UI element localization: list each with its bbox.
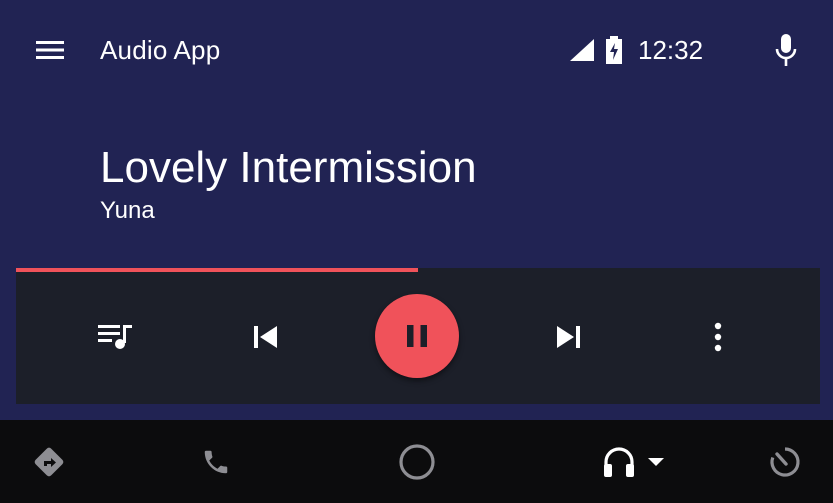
app-bar: Audio App 12:32	[0, 0, 833, 100]
mic-icon	[775, 34, 797, 66]
queue-music-icon	[98, 325, 132, 349]
queue-button[interactable]	[80, 270, 152, 404]
more-vert-icon	[714, 322, 722, 352]
clock: 12:32	[638, 34, 704, 65]
pause-icon	[407, 325, 427, 347]
headphones-icon	[604, 446, 634, 477]
phone-icon	[204, 450, 228, 473]
nav-phone-button[interactable]	[178, 420, 254, 503]
track-artist: Yuna	[100, 197, 155, 224]
home-circle-icon	[399, 443, 435, 480]
skip-previous-icon	[254, 326, 277, 348]
battery-charging-icon	[606, 36, 622, 64]
skip-next-icon	[557, 326, 580, 348]
status-bar: 12:32	[570, 30, 703, 70]
progress-bar[interactable]	[16, 268, 820, 272]
next-button[interactable]	[532, 270, 604, 404]
nav-navigation-button[interactable]	[11, 420, 87, 503]
pause-button[interactable]	[375, 294, 459, 378]
nav-home-button[interactable]	[379, 420, 455, 503]
menu-button[interactable]	[26, 26, 74, 74]
menu-icon	[36, 41, 64, 59]
system-nav-bar	[0, 420, 833, 503]
nav-media-button[interactable]	[593, 420, 673, 503]
exit-icon	[770, 446, 800, 477]
playback-controls	[16, 270, 820, 404]
overflow-menu-button[interactable]	[682, 270, 754, 404]
voice-button[interactable]	[766, 26, 806, 74]
previous-button[interactable]	[230, 270, 302, 404]
signal-icon	[570, 39, 594, 61]
nav-exit-button[interactable]	[747, 420, 823, 503]
app-title: Audio App	[100, 35, 221, 65]
progress-fill	[16, 268, 418, 272]
chevron-down-icon	[648, 457, 664, 466]
navigation-icon	[34, 447, 64, 476]
track-title: Lovely Intermission	[100, 143, 477, 192]
